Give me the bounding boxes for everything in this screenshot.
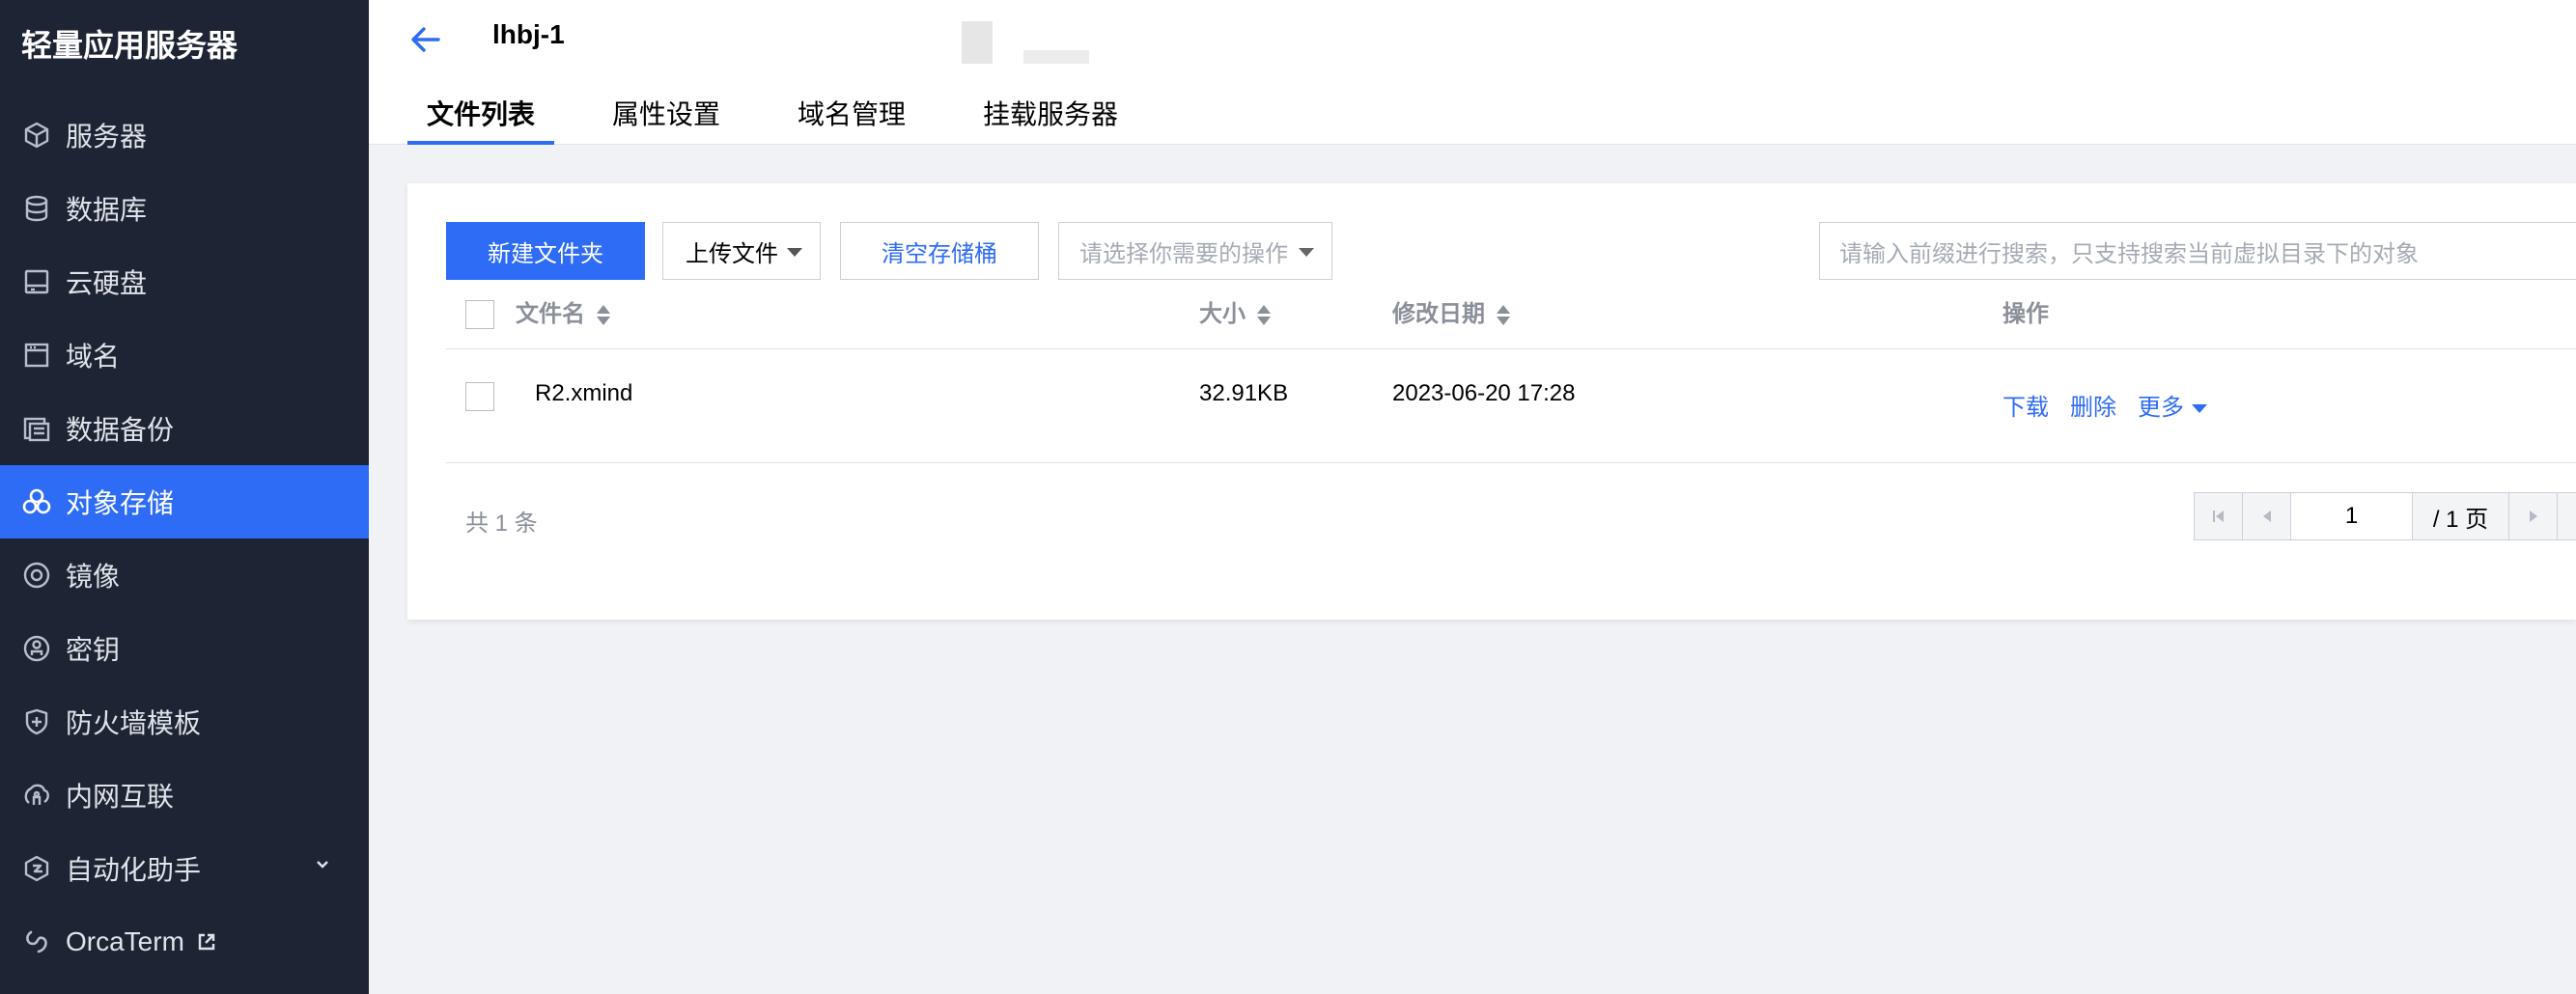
column-label: 修改日期	[1392, 301, 1485, 327]
table-header: 文件名 大小 修改日期 操作	[446, 280, 2576, 349]
sidebar-item-database[interactable]: 数据库	[0, 172, 369, 245]
sidebar-item-label: 内网互联	[66, 782, 175, 812]
external-link-icon	[198, 933, 215, 951]
more-actions-dropdown[interactable]: 更多	[2138, 388, 2207, 422]
first-page-button[interactable]	[2195, 493, 2243, 539]
redaction-mask	[1023, 50, 1089, 64]
tab-domain-management[interactable]: 域名管理	[778, 85, 925, 145]
sort-icon	[1497, 304, 1510, 327]
sidebar-item-label: 防火墙模板	[66, 708, 202, 738]
key-icon	[21, 633, 52, 664]
column-label: 文件名	[516, 301, 585, 327]
last-page-button[interactable]	[2558, 493, 2576, 539]
sort-icon	[1257, 304, 1271, 327]
more-label: 更多	[2138, 395, 2184, 421]
operations-select[interactable]: 请选择你需要的操作	[1058, 222, 1332, 280]
network-link-icon	[21, 780, 52, 811]
bucket-title: lhbj-1	[492, 19, 565, 49]
file-modified-date: 2023-06-20 17:28	[1392, 380, 1576, 406]
column-header-modified[interactable]: 修改日期	[1392, 280, 1510, 349]
back-button[interactable]	[404, 17, 448, 62]
sidebar-item-label: 数据备份	[66, 415, 175, 445]
sidebar-item-image[interactable]: 镜像	[0, 538, 369, 612]
column-header-size[interactable]: 大小	[1199, 280, 1271, 349]
new-folder-button[interactable]: 新建文件夹	[446, 222, 645, 280]
sidebar-item-keys[interactable]: 密钥	[0, 612, 369, 685]
caret-down-icon	[787, 248, 802, 257]
redaction-mask	[962, 21, 993, 64]
sort-icon	[597, 304, 610, 327]
next-page-button[interactable]	[2509, 493, 2558, 539]
prev-page-icon	[2262, 511, 2271, 522]
sidebar-item-object-storage[interactable]: 对象存储	[0, 465, 369, 538]
row-checkbox[interactable]	[465, 382, 494, 411]
tab-mount-server[interactable]: 挂载服务器	[964, 85, 1137, 145]
cube-icon	[21, 120, 52, 151]
tab-file-list[interactable]: 文件列表	[407, 85, 555, 145]
image-disc-icon	[21, 560, 52, 591]
column-header-actions: 操作	[2002, 301, 2049, 327]
shield-icon	[21, 706, 52, 737]
file-list-panel: 新建文件夹 上传文件 清空存储桶 请选择你需要的操作 请输入前缀进行搜索，只支持…	[407, 183, 2576, 620]
download-link[interactable]: 下载	[2002, 388, 2049, 422]
first-page-icon	[2212, 511, 2224, 522]
upload-file-label: 上传文件	[686, 240, 778, 267]
total-count: 共 1 条	[465, 511, 538, 537]
clear-bucket-button[interactable]: 清空存储桶	[840, 222, 1039, 280]
sidebar-item-servers[interactable]: 服务器	[0, 98, 369, 172]
database-icon	[21, 193, 52, 224]
object-storage-icon	[21, 486, 52, 517]
file-size: 32.91KB	[1199, 380, 1289, 406]
file-name[interactable]: R2.xmind	[535, 380, 632, 407]
sidebar-item-automation[interactable]: 自动化助手	[0, 832, 369, 905]
operations-placeholder: 请选择你需要的操作	[1079, 240, 1288, 267]
sidebar-item-intranet[interactable]: 内网互联	[0, 759, 369, 832]
search-placeholder: 请输入前缀进行搜索，只支持搜索当前虚拟目录下的对象	[1839, 240, 2419, 267]
total-pages: / 1 页	[2413, 493, 2509, 539]
sidebar-item-backup[interactable]: 数据备份	[0, 392, 369, 465]
prev-page-button[interactable]	[2243, 493, 2291, 539]
column-header-name[interactable]: 文件名	[516, 280, 610, 349]
sidebar-item-label: 对象存储	[66, 488, 175, 518]
sidebar-item-domain[interactable]: 域名	[0, 318, 369, 392]
orcaterm-icon	[21, 926, 52, 957]
sidebar-item-label: OrcaTerm	[66, 926, 184, 956]
chevron-down-icon[interactable]	[313, 855, 332, 874]
sidebar-item-label: 服务器	[66, 122, 148, 152]
prefix-search-input[interactable]: 请输入前缀进行搜索，只支持搜索当前虚拟目录下的对象	[1819, 222, 2576, 280]
sidebar-item-label: 数据库	[66, 195, 148, 225]
page-number-input[interactable]	[2291, 493, 2413, 539]
automation-icon	[21, 853, 52, 884]
table-row: R2.xmind 32.91KB 2023-06-20 17:28 下载 删除 …	[446, 351, 2576, 463]
next-page-icon	[2529, 511, 2537, 522]
backup-icon	[21, 413, 52, 444]
app-title: 轻量应用服务器	[21, 28, 238, 63]
delete-link[interactable]: 删除	[2070, 388, 2116, 422]
sidebar-item-label: 镜像	[66, 562, 121, 592]
sidebar-item-label: 密钥	[66, 635, 121, 665]
column-label: 大小	[1199, 301, 1246, 327]
disk-icon	[21, 266, 52, 297]
sidebar-item-label: 云硬盘	[66, 268, 148, 298]
sidebar-item-cloud-disk[interactable]: 云硬盘	[0, 245, 369, 318]
sidebar-item-label: 自动化助手	[66, 855, 202, 885]
caret-down-icon	[2192, 404, 2207, 414]
upload-file-dropdown[interactable]: 上传文件	[662, 222, 821, 280]
tab-properties[interactable]: 属性设置	[593, 85, 740, 145]
select-all-checkbox[interactable]	[465, 300, 494, 329]
pagination: / 1 页	[2194, 492, 2576, 540]
sidebar: 轻量应用服务器 服务器 数据库 云硬盘 域名 数据备份 对象存储 镜像 密钥 防…	[0, 0, 369, 994]
browser-window-icon	[21, 340, 52, 371]
arrow-left-icon	[411, 27, 440, 52]
sidebar-item-firewall[interactable]: 防火墙模板	[0, 685, 369, 759]
tab-bar: 文件列表 属性设置 域名管理 挂载服务器	[407, 85, 1176, 145]
sidebar-nav: 服务器 数据库 云硬盘 域名 数据备份 对象存储 镜像 密钥 防火墙模板 内网互…	[0, 98, 369, 979]
sidebar-item-orcaterm[interactable]: OrcaTerm	[0, 905, 369, 979]
page-header: lhbj-1 文件列表 属性设置 域名管理 挂载服务器	[369, 0, 2576, 145]
sidebar-item-label: 域名	[66, 342, 121, 372]
caret-down-icon	[1299, 248, 1314, 257]
